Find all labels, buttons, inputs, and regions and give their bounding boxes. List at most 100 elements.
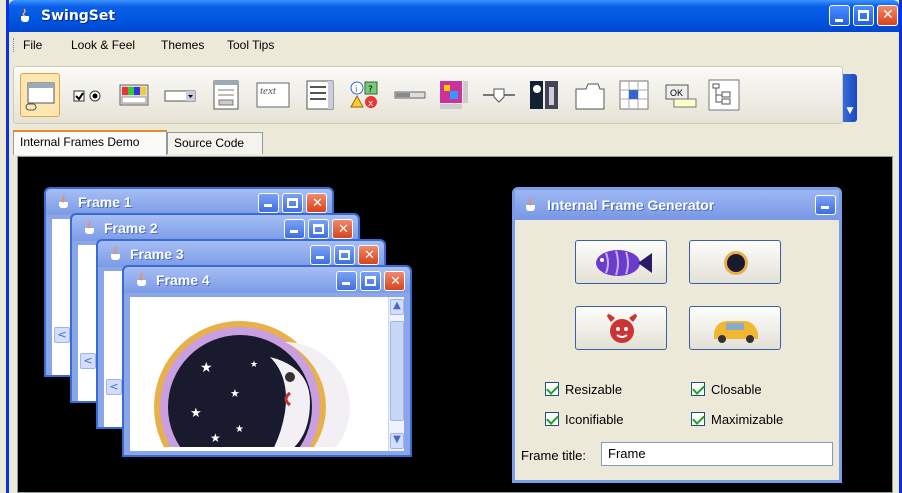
close-icon: ✕	[312, 196, 323, 211]
frame-4-titlebar[interactable]: Frame 4 ✕	[124, 267, 410, 293]
option-pane-tool[interactable]: i? x	[344, 73, 384, 117]
table-icon	[619, 80, 649, 110]
menu-bar: File Look & Feel Themes Tool Tips	[9, 32, 899, 58]
frame-1-minimize-button[interactable]	[258, 193, 279, 213]
resizable-label: Resizable	[565, 382, 623, 397]
tooltip-tool[interactable]: OK	[660, 73, 700, 117]
generator-titlebar[interactable]: Internal Frame Generator	[515, 190, 839, 220]
scroll-left-arrow[interactable]: <	[106, 379, 122, 395]
internal-frame-4[interactable]: Frame 4 ✕ ★ ★ ★ ★ ★ ★ ▲ ▼	[122, 265, 412, 457]
frame-4-close-button[interactable]: ✕	[384, 271, 405, 291]
taxi-icon	[714, 321, 758, 343]
demo-toolbar: text i? x OK	[13, 66, 843, 124]
swingset-window: SwingSet ✕ File Look & Feel Themes Tool …	[6, 0, 902, 493]
svg-text:★: ★	[190, 406, 202, 421]
menu-tool-tips[interactable]: Tool Tips	[227, 38, 274, 52]
frame-1-titlebar[interactable]: Frame 1 ✕	[46, 189, 332, 215]
list-tool[interactable]	[300, 73, 340, 117]
menu-look-and-feel[interactable]: Look & Feel	[71, 38, 135, 52]
checkbox-checked-icon	[691, 382, 705, 396]
menu-file[interactable]: File	[23, 38, 42, 52]
color-chooser-tool[interactable]	[114, 73, 154, 117]
svg-text:★: ★	[250, 360, 258, 370]
frame-2-titlebar[interactable]: Frame 2 ✕	[72, 215, 358, 241]
close-button[interactable]: ✕	[877, 5, 898, 26]
svg-text:?: ?	[368, 85, 373, 95]
tab-source-code[interactable]: Source Code	[167, 132, 263, 154]
toolbar-overflow-button[interactable]: ▼	[843, 74, 857, 122]
minimize-icon	[264, 204, 272, 207]
maximizable-label: Maximizable	[711, 412, 784, 427]
minimize-button[interactable]	[829, 5, 850, 26]
file-chooser-icon	[213, 80, 239, 110]
list-icon	[306, 80, 334, 110]
internal-frame-generator[interactable]: Internal Frame Generator Resizable Closa…	[512, 187, 842, 483]
split-pane-icon	[530, 81, 558, 109]
progress-bar-tool[interactable]	[390, 73, 430, 117]
frame-4-minimize-button[interactable]	[336, 271, 357, 291]
close-icon: ✕	[390, 274, 401, 289]
scroll-pane-tool[interactable]	[434, 73, 474, 117]
frame-1-close-button[interactable]: ✕	[306, 193, 327, 213]
tabbed-pane-tool[interactable]	[570, 73, 610, 117]
frame-3-titlebar[interactable]: Frame 3 ✕	[98, 241, 384, 267]
frame-2-close-button[interactable]: ✕	[332, 219, 353, 239]
frame-3-minimize-button[interactable]	[310, 245, 331, 265]
menu-themes[interactable]: Themes	[161, 38, 204, 52]
slider-icon	[483, 88, 515, 103]
java-cup-icon	[21, 8, 29, 22]
minimize-icon	[835, 19, 843, 22]
maximizable-checkbox[interactable]: Maximizable	[691, 412, 783, 427]
table-tool[interactable]	[614, 73, 654, 117]
frame-3-close-button[interactable]: ✕	[358, 245, 379, 265]
scroll-left-arrow[interactable]: <	[80, 353, 96, 369]
desktop-pane: Frame 1 ✕ < Frame 2 ✕ < Frame 3 ✕ < Fram…	[17, 156, 893, 493]
svg-text:★: ★	[235, 424, 244, 435]
frame-title-input[interactable]: Frame	[601, 442, 833, 466]
maximize-icon	[313, 224, 324, 234]
internal-frames-tool[interactable]	[20, 73, 60, 117]
iconifiable-checkbox[interactable]: Iconifiable	[545, 412, 624, 427]
iconifiable-label: Iconifiable	[565, 412, 624, 427]
closable-checkbox[interactable]: Closable	[691, 382, 762, 397]
tabbed-pane-icon	[575, 83, 605, 110]
file-chooser-tool[interactable]	[206, 73, 246, 117]
maximize-icon	[339, 250, 350, 260]
create-moon-frame-button[interactable]	[689, 240, 781, 284]
combo-box-tool[interactable]	[160, 73, 200, 117]
split-pane-tool[interactable]	[524, 73, 564, 117]
resizable-checkbox[interactable]: Resizable	[545, 382, 622, 397]
frame-2-maximize-button[interactable]	[308, 219, 329, 239]
combo-box-icon	[164, 90, 196, 102]
create-creature-frame-button[interactable]	[575, 306, 667, 350]
frame-1-title: Frame 1	[78, 194, 132, 210]
tab-strip: Internal Frames Demo Source Code	[13, 130, 893, 155]
maximize-button[interactable]	[853, 5, 874, 26]
create-fish-frame-button[interactable]	[575, 240, 667, 284]
create-taxi-frame-button[interactable]	[689, 306, 781, 350]
tab-internal-frames-demo[interactable]: Internal Frames Demo	[13, 130, 167, 155]
java-cup-icon	[85, 220, 94, 234]
buttons-tool[interactable]	[68, 73, 108, 117]
scroll-up-arrow[interactable]: ▲	[390, 299, 404, 315]
menu-grip	[13, 38, 16, 52]
title-bar[interactable]: SwingSet ✕	[9, 0, 899, 32]
editor-pane-tool[interactable]: text	[252, 73, 292, 117]
frame-2-minimize-button[interactable]	[284, 219, 305, 239]
progress-bar-icon	[394, 91, 426, 99]
scroll-thumb[interactable]	[390, 321, 404, 421]
vertical-scrollbar[interactable]: ▲ ▼	[388, 297, 404, 451]
frame-4-maximize-button[interactable]	[360, 271, 381, 291]
minimize-icon	[342, 282, 350, 285]
slider-tool[interactable]	[478, 73, 518, 117]
generator-minimize-button[interactable]	[815, 195, 836, 215]
scroll-down-arrow[interactable]: ▼	[390, 433, 404, 449]
closable-label: Closable	[711, 382, 762, 397]
frame-1-maximize-button[interactable]	[282, 193, 303, 213]
window-title: SwingSet	[41, 8, 116, 24]
tree-tool[interactable]	[704, 73, 744, 117]
frame-3-maximize-button[interactable]	[334, 245, 355, 265]
generator-title: Internal Frame Generator	[547, 197, 715, 213]
scroll-left-arrow[interactable]: <	[54, 327, 70, 343]
svg-text:★: ★	[200, 360, 213, 376]
